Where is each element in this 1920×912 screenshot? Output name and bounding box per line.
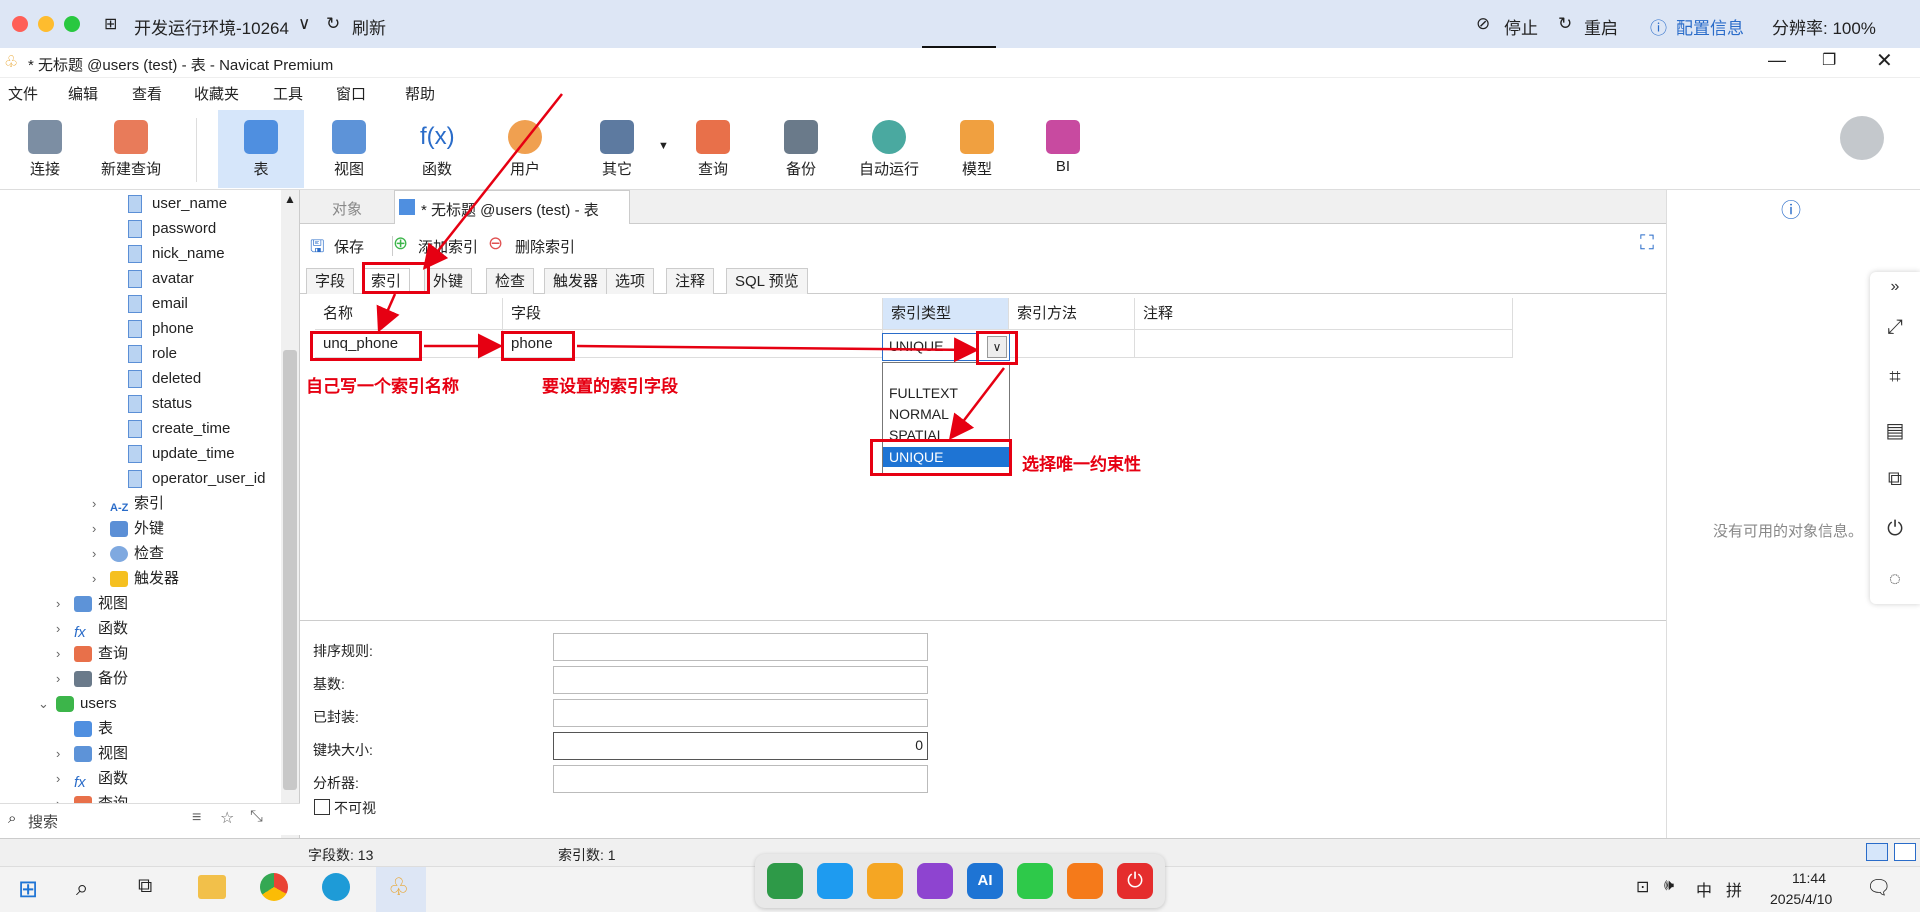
- start-icon[interactable]: ⊞: [18, 875, 38, 904]
- book-app-icon[interactable]: [917, 863, 953, 899]
- parser-field[interactable]: [553, 765, 928, 793]
- task-view-icon[interactable]: ⧉: [138, 875, 152, 898]
- invisible-checkbox[interactable]: [314, 799, 330, 815]
- info-icon[interactable]: ⓘ: [1781, 194, 1801, 223]
- storage-app-icon[interactable]: [867, 863, 903, 899]
- index-properties: 排序规则: 基数: 已封装: 键块大小: 0 分析器: 不可视: [300, 620, 1666, 838]
- label-invisible: 不可视: [334, 800, 376, 816]
- settings-app-icon[interactable]: [1067, 863, 1103, 899]
- key-block-field[interactable]: 0: [553, 732, 928, 760]
- cardinality-field[interactable]: [553, 666, 928, 694]
- scan-icon[interactable]: ⌗: [1883, 366, 1907, 390]
- file-explorer-icon[interactable]: [198, 875, 226, 899]
- layout-left-icon[interactable]: [1866, 843, 1888, 861]
- navicat-taskbar-button[interactable]: ♧: [376, 867, 426, 912]
- label-packed: 已封装:: [313, 709, 359, 725]
- arrow-to-dropdown: [576, 337, 979, 363]
- navicat-icon: ♧: [388, 874, 410, 901]
- hide-icon[interactable]: ◌: [1883, 568, 1907, 592]
- notification-icon[interactable]: 🗨: [1866, 875, 1891, 900]
- lang-indicator[interactable]: 中: [1696, 877, 1712, 901]
- label-collation: 排序规则:: [313, 643, 373, 659]
- volume-icon[interactable]: 🕪: [1664, 877, 1674, 895]
- sign-app-icon[interactable]: [767, 863, 803, 899]
- index-count: 索引数: 1: [558, 847, 616, 863]
- search-icon[interactable]: ⌕: [76, 875, 88, 901]
- power-icon[interactable]: ⏻: [1883, 518, 1907, 542]
- edge-icon[interactable]: [322, 873, 350, 901]
- label-cardinality: 基数:: [313, 676, 345, 692]
- arrow-to-unique: [948, 367, 1005, 440]
- chat-app-icon[interactable]: [1017, 863, 1053, 899]
- floating-side-toolbar: » ⤢ ⌗ ▤ ⧉ ⏻ ◌: [1870, 272, 1920, 604]
- arrow-to-name: [376, 293, 400, 333]
- ai-app-icon[interactable]: AI: [967, 863, 1003, 899]
- collapse-panel-icon[interactable]: »: [1883, 278, 1907, 302]
- layout-icon[interactable]: ▤: [1883, 418, 1907, 442]
- copy-icon[interactable]: ⧉: [1883, 468, 1907, 492]
- field-count: 字段数: 13: [308, 847, 374, 863]
- fullscreen-icon[interactable]: ⤢: [1883, 316, 1907, 340]
- collation-field[interactable]: [553, 633, 928, 661]
- ime-indicator[interactable]: 拼: [1726, 877, 1742, 901]
- network-icon[interactable]: ⊡: [1636, 877, 1649, 897]
- clock-date[interactable]: 2025/4/10: [1770, 891, 1832, 907]
- clock-time[interactable]: 11:44: [1792, 870, 1826, 886]
- arrow-to-tab: [422, 93, 563, 270]
- chrome-icon[interactable]: [260, 873, 288, 901]
- floating-dock: AI ⏻: [755, 854, 1165, 908]
- power-app-icon[interactable]: ⏻: [1117, 863, 1153, 899]
- packed-field[interactable]: [553, 699, 928, 727]
- no-info-text: 没有可用的对象信息。: [1713, 523, 1864, 540]
- layout-right-icon[interactable]: [1894, 843, 1916, 861]
- label-parser: 分析器:: [313, 775, 359, 791]
- label-key-block: 键块大小:: [313, 742, 373, 758]
- desktop-app-icon[interactable]: [817, 863, 853, 899]
